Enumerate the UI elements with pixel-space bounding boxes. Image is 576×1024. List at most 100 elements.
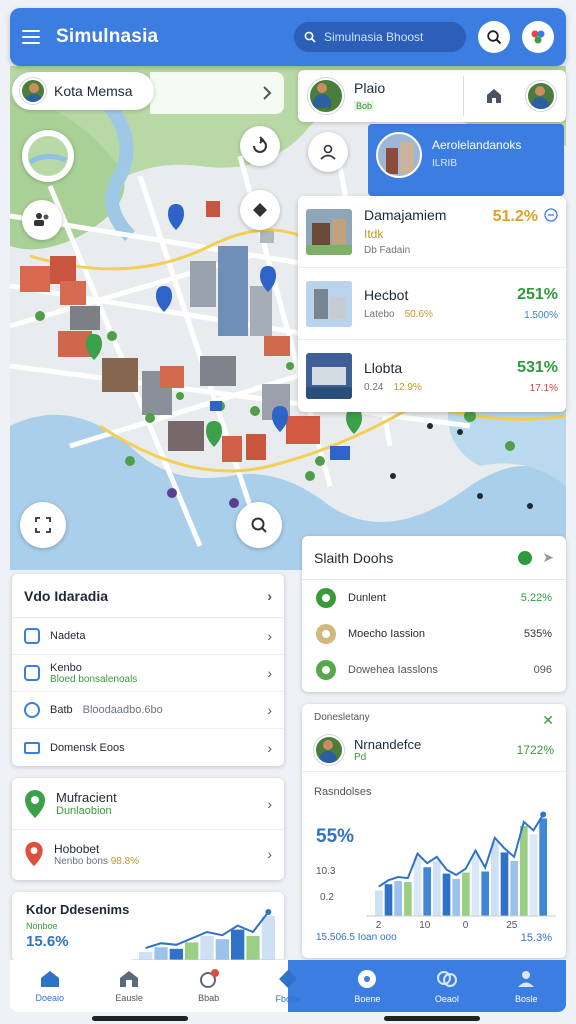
people-icon <box>34 213 49 226</box>
close-icon[interactable]: ✕ <box>542 712 554 729</box>
list-item[interactable]: Domensk Eoos › <box>12 729 284 766</box>
avatar <box>308 78 344 114</box>
green-pin-icon <box>25 789 45 818</box>
home-indicator <box>384 1016 480 1021</box>
info-card-title: Aerolelandanoks <box>432 138 522 152</box>
nav-label: Doeaio <box>35 993 64 1003</box>
city-chip[interactable]: Kota Memsa <box>12 72 154 110</box>
profile-name: Plaio <box>354 80 386 96</box>
row-sub-value: 98.8% <box>110 855 140 867</box>
minus-circle-icon[interactable] <box>544 208 558 222</box>
search-input[interactable]: Simulnasia Bhoost <box>294 22 466 52</box>
stat-row[interactable]: Dunlent 5.22% <box>302 580 566 616</box>
top-app-bar: Simulnasia Simulnasia Bhoost <box>10 8 566 66</box>
apps-button[interactable] <box>522 21 554 53</box>
stats-panel: Slaith Doohs ➤ Dunlent 5.22% Moecho Iass… <box>302 536 566 692</box>
nav-item-notifications[interactable]: Bbab <box>169 960 248 1012</box>
layers-button[interactable] <box>240 190 280 230</box>
info-card[interactable]: Aerolelandanoks ILRIB <box>368 124 564 196</box>
list-item[interactable]: Damajamiem Itdk Db Fadain 51.2% <box>298 196 566 268</box>
place-stat: 50.6% <box>404 309 433 320</box>
bottom-navigation: Doeaio Eausle Bbab Fbolte Boene Oeaol Bo… <box>10 960 566 1012</box>
send-icon[interactable]: ➤ <box>542 549 554 566</box>
profile-card[interactable]: Plaio Bob <box>298 70 566 122</box>
building-photo <box>376 132 422 178</box>
nav-label: Oeaol <box>434 994 459 1004</box>
chevron-right-icon: › <box>267 846 272 862</box>
menu-icon[interactable] <box>22 30 40 44</box>
nav-item-buildings[interactable]: Eausle <box>89 960 168 1012</box>
chart-bar <box>423 867 431 916</box>
growth-panel: Donesletany ✕ Nrnandefce Pd 1722% Rasndo… <box>302 704 566 958</box>
kdor-panel[interactable]: Kdor Ddesenims Nonboe 15.6% <box>12 892 284 962</box>
nav-item-discover[interactable]: Boene <box>328 960 407 1012</box>
chart-bar <box>462 872 470 916</box>
place-value: 251% <box>517 286 558 303</box>
notification-icon <box>199 969 219 988</box>
place-sub: 0.24 <box>364 381 384 393</box>
chart-bar <box>442 873 451 916</box>
list-item[interactable]: Batb Bloodaadbo.6bo › <box>12 692 284 729</box>
chart-bar <box>200 936 214 960</box>
list-item[interactable]: Llobta 0.24 12.9% 531% 17.1% <box>298 340 566 412</box>
chevron-right-icon: › <box>267 665 272 681</box>
nav-item-community[interactable]: Oeaol <box>407 960 486 1012</box>
growth-footer-right: 15.3% <box>520 932 552 944</box>
place-tag: Itdk <box>364 227 384 241</box>
list-item[interactable]: Kenbo Bloed bonsalenoals › <box>12 655 284 692</box>
place-value-secondary: 1.500% <box>524 310 558 321</box>
minimap-button[interactable] <box>22 130 74 182</box>
list-item[interactable]: Hobobet Nenbo bons 98.8% › <box>12 830 284 878</box>
chevron-right-icon: › <box>267 795 272 812</box>
nav-item-profile[interactable]: Bosle <box>487 960 566 1012</box>
chart-bar <box>520 825 528 916</box>
nav-item-home[interactable]: Doeaio <box>10 960 89 1012</box>
map-icon <box>279 970 298 988</box>
row-label: Batb <box>50 704 73 716</box>
x-tick-label: 10 <box>419 920 431 931</box>
layers-icon <box>253 203 267 217</box>
stat-row[interactable]: Moecho Iassion 535% <box>302 616 566 652</box>
rotate-button[interactable] <box>240 126 280 166</box>
search-icon <box>251 517 267 533</box>
list-item[interactable]: Hecbot Latebo 50.6% 251% 1.500% <box>298 268 566 340</box>
apps-icon <box>531 30 545 44</box>
place-sub: Db Fadain <box>364 245 411 256</box>
chart-bar <box>246 936 260 960</box>
chart-bar <box>169 948 183 960</box>
fullscreen-button[interactable] <box>20 502 66 548</box>
row-label: Nadeta <box>50 630 86 642</box>
chart-bar <box>215 939 229 960</box>
chevron-right-icon: › <box>267 702 272 718</box>
place-thumbnail <box>306 208 352 255</box>
stat-row[interactable]: Dowehea Iasslons 096 <box>302 652 566 688</box>
profile-button[interactable] <box>308 132 348 172</box>
stat-value: 5.22% <box>520 592 552 604</box>
avatar <box>314 735 344 765</box>
growth-value: 1722% <box>516 743 554 757</box>
community-icon <box>436 971 457 987</box>
nav-item-map[interactable]: Fbolte <box>248 960 328 1012</box>
expand-icon <box>35 517 51 533</box>
search-button[interactable] <box>478 21 510 53</box>
home-icon <box>40 971 59 987</box>
list-item[interactable]: Nadeta › <box>12 618 284 655</box>
chart-trend-line <box>378 813 545 888</box>
growth-head-label: Donesletany <box>314 712 370 723</box>
people-button[interactable] <box>22 200 62 240</box>
chart-bar <box>261 916 275 960</box>
stat-label: Moecho Iassion <box>348 628 426 640</box>
place-thumbnail <box>306 353 352 399</box>
row-label: Domensk Eoos <box>50 741 125 754</box>
poi-panel: Mufracient Dunlaobion › Hobobet Nenbo bons… <box>12 778 284 880</box>
chart-bar <box>539 818 547 916</box>
list-item[interactable]: Mufracient Dunlaobion › <box>12 778 284 830</box>
video-panel-header[interactable]: Vdo Idaradia › <box>12 574 284 618</box>
chevron-right-icon: › <box>267 739 272 756</box>
growth-chart: 2 10 0 25 <box>366 811 556 931</box>
city-chip-extension[interactable] <box>150 72 284 114</box>
home-icon[interactable] <box>484 86 504 106</box>
chart-bar <box>384 884 393 916</box>
map-search-button[interactable] <box>236 502 282 548</box>
chevron-right-icon: › <box>267 587 272 604</box>
